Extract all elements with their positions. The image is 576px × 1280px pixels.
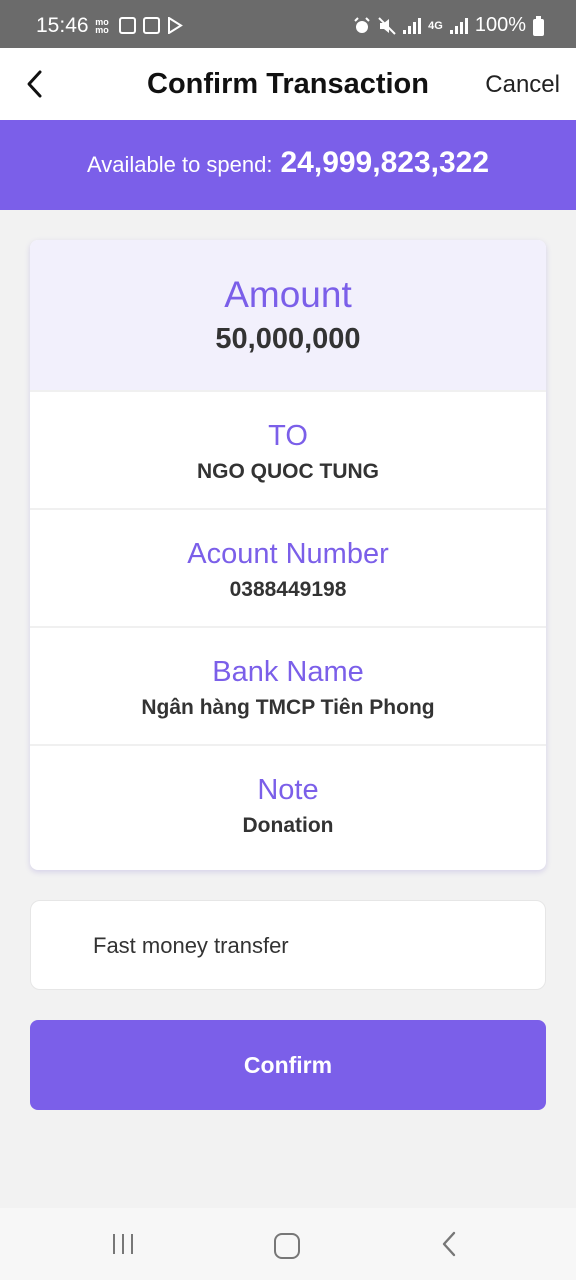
balance-banner: Available to spend: 24,999,823,322 <box>0 120 576 210</box>
status-left-icons: mo mo <box>92 17 183 34</box>
status-time: 15:46 <box>36 14 89 37</box>
account-number-label: Acount Number <box>187 538 389 570</box>
image-icon <box>143 17 160 34</box>
cancel-button[interactable]: Cancel <box>485 71 560 99</box>
recipient-label: TO <box>268 420 308 452</box>
transfer-type-selector[interactable]: Fast money transfer <box>30 900 546 990</box>
signal-icon <box>449 17 468 34</box>
account-number-value: 0388449198 <box>229 578 347 601</box>
play-store-icon <box>168 17 183 34</box>
status-bar: 15:46 mo mo 4G 100% <box>0 0 576 48</box>
checkbox-icon <box>119 17 136 34</box>
amount-label: Amount <box>224 274 352 315</box>
note-label: Note <box>257 774 319 806</box>
alarm-icon <box>354 16 370 33</box>
amount-section: Amount 50,000,000 <box>30 240 546 390</box>
bank-name-row: Bank Name Ngân hàng TMCP Tiên Phong <box>30 626 546 744</box>
transfer-type-label: Fast money transfer <box>93 933 289 958</box>
transaction-details-card: Amount 50,000,000 TO NGO QUOC TUNG Acoun… <box>30 240 546 870</box>
balance-label: Available to spend: <box>86 152 273 177</box>
amount-value: 50,000,000 <box>215 323 361 355</box>
mute-icon <box>378 16 396 35</box>
back-nav-icon[interactable] <box>440 1230 458 1258</box>
status-right: 4G 100% <box>353 14 544 37</box>
note-value: Donation <box>242 814 334 837</box>
recents-icon[interactable] <box>113 1234 133 1254</box>
bank-name-value: Ngân hàng TMCP Tiên Phong <box>141 696 435 719</box>
momo-icon: mo mo <box>95 16 109 35</box>
battery-icon <box>533 16 544 36</box>
note-row: Note Donation <box>30 744 546 862</box>
confirm-button[interactable]: Confirm <box>30 1020 546 1110</box>
recipient-row: TO NGO QUOC TUNG <box>30 390 546 508</box>
app-header: Confirm Transaction Cancel <box>0 48 576 120</box>
recipient-value: NGO QUOC TUNG <box>197 460 379 483</box>
battery-level: 100% <box>474 14 526 36</box>
home-icon[interactable] <box>274 1233 300 1259</box>
balance-value: 24,999,823,322 <box>280 146 490 179</box>
signal-icon <box>403 17 422 34</box>
4g-icon: 4G <box>428 19 443 32</box>
system-nav-bar <box>0 1208 576 1280</box>
bank-name-label: Bank Name <box>212 656 364 688</box>
account-number-row: Acount Number 0388449198 <box>30 508 546 626</box>
